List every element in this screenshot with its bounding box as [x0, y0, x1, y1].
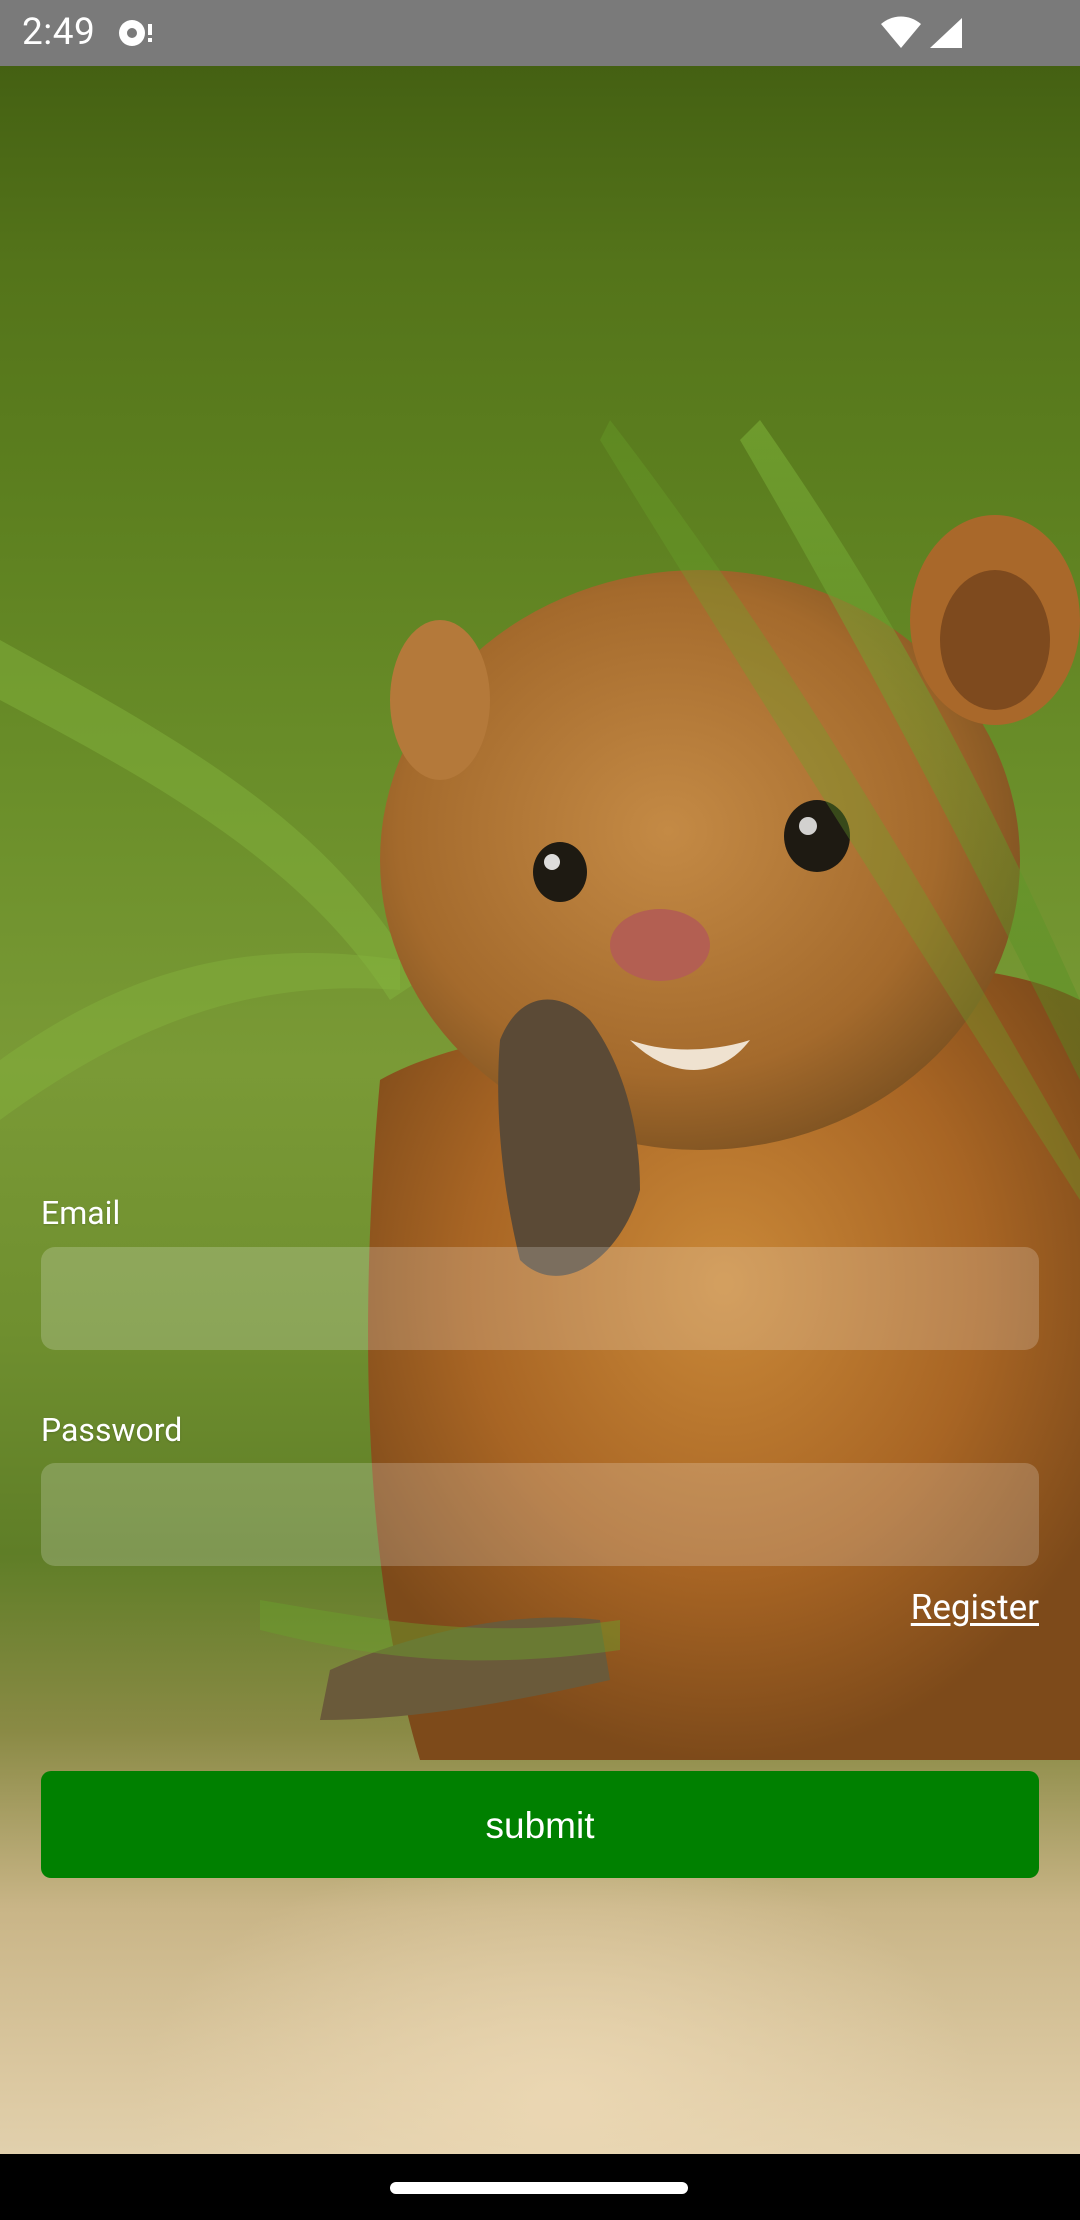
status-bar: 2:49 — [0, 0, 1080, 66]
navigation-bar — [0, 2154, 1080, 2220]
background-photo — [0, 0, 1080, 2220]
email-label: Email — [41, 1194, 121, 1232]
register-link[interactable]: Register — [911, 1586, 1039, 1630]
email-field[interactable] — [41, 1247, 1039, 1350]
status-time: 2:49 — [22, 11, 96, 54]
signal-icon — [928, 16, 964, 50]
password-field[interactable] — [41, 1463, 1039, 1566]
home-handle[interactable] — [390, 2182, 688, 2194]
media-icon — [115, 16, 155, 50]
password-label: Password — [41, 1411, 183, 1449]
submit-button[interactable]: submit — [41, 1771, 1039, 1878]
wifi-icon — [879, 16, 923, 50]
login-screen: 2:49 Email Password Register submit — [0, 0, 1080, 2220]
